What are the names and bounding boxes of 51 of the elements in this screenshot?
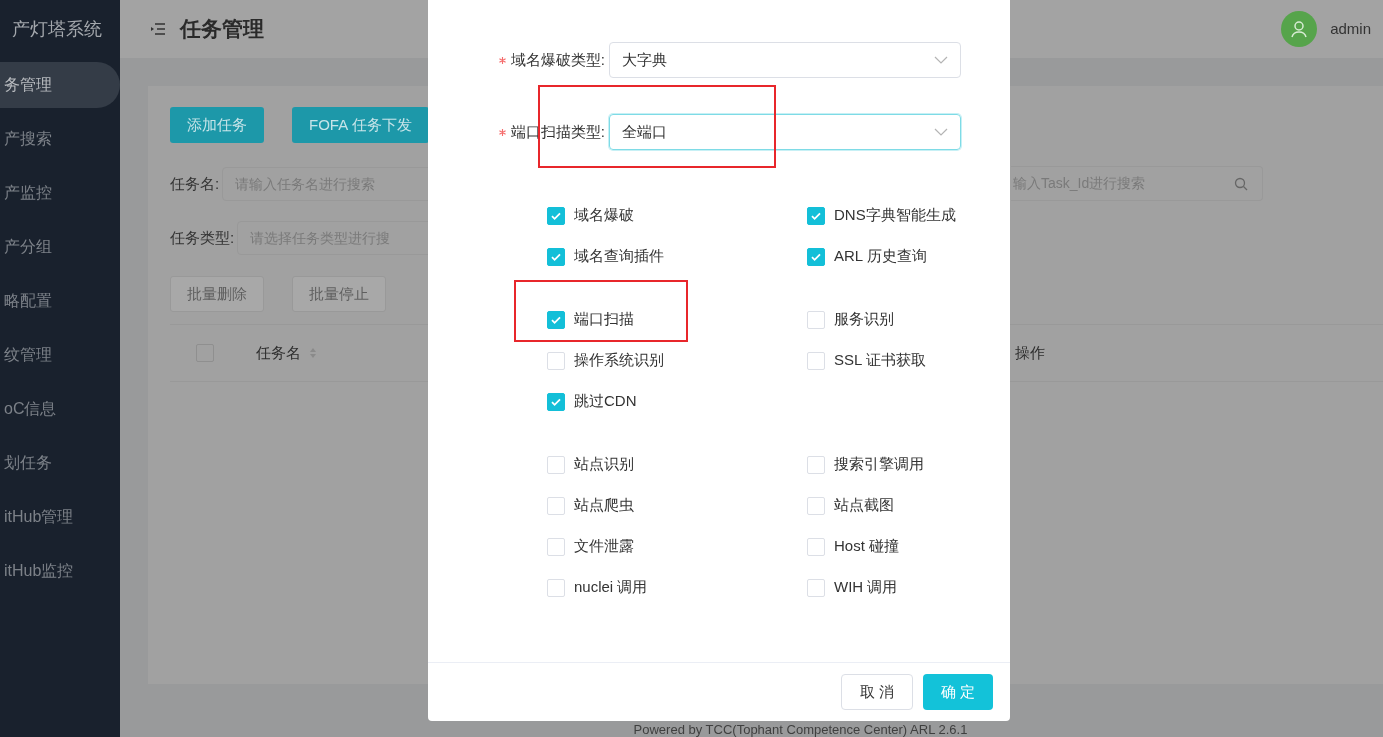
page-title: 任务管理 [180,16,264,43]
option-label[interactable]: 操作系统识别 [574,349,664,372]
checkbox[interactable] [547,392,565,411]
option-label[interactable]: nuclei 调用 [574,576,648,599]
option-label[interactable]: 端口扫描 [574,308,634,331]
column-header: 操作 [1015,342,1045,363]
app-title: 产灯塔系统 [11,17,103,41]
sidebar-item[interactable]: 略配置 [0,278,120,324]
chevron-down-icon [934,128,948,136]
option-label[interactable]: 服务识别 [834,308,894,331]
option-label[interactable]: WIH 调用 [834,576,898,599]
filter-label: 任务类型: [170,227,235,248]
option-label[interactable]: ARL 历史查询 [834,245,927,268]
sidebar-item[interactable]: itHub管理 [0,494,120,540]
user-name[interactable]: admin [1330,17,1371,41]
sidebar-item[interactable]: itHub监控 [0,548,120,594]
search-icon[interactable] [1234,176,1248,191]
option-label[interactable]: DNS字典智能生成 [834,204,956,227]
option-label[interactable]: 跳过CDN [574,390,637,413]
field-label: 域名爆破类型: [510,49,605,70]
sidebar-item[interactable]: 务管理 [0,62,120,108]
select-field[interactable]: 全端口 [609,114,961,150]
option-label[interactable]: 站点识别 [574,453,634,476]
sidebar-item[interactable]: oC信息 [0,386,120,432]
checkbox[interactable] [547,247,565,266]
sidebar-item[interactable]: 产监控 [0,170,120,216]
checkbox[interactable] [807,247,825,266]
column-header[interactable]: 任务名 [256,341,301,365]
sidebar-item[interactable]: 纹管理 [0,332,120,378]
footer-text: Powered by TCC(Tophant Competence Center) ARL 2.6.1 [633,723,968,737]
checkbox[interactable] [547,206,565,225]
option-label[interactable]: 站点爬虫 [574,494,634,517]
cancel-button[interactable]: 取 消 [840,674,913,710]
sidebar-item[interactable]: 产分组 [0,224,120,270]
menu-icon[interactable] [150,22,166,36]
option-label[interactable]: 文件泄露 [574,535,634,558]
sidebar-item[interactable]: 产搜索 [0,116,120,162]
checkbox[interactable] [807,206,825,225]
option-label[interactable]: 域名爆破 [574,204,634,227]
option-label[interactable]: Host 碰撞 [834,535,899,558]
filter-label: 任务名: [170,173,220,194]
option-label[interactable]: SSL 证书获取 [834,349,926,372]
select-field[interactable]: 大字典 [609,42,961,78]
avatar[interactable] [1281,11,1318,47]
option-label[interactable]: 站点截图 [834,494,894,517]
checkbox[interactable] [547,310,565,329]
sidebar-item[interactable]: 划任务 [0,440,120,486]
chevron-down-icon [934,56,948,64]
user-icon [1289,19,1310,39]
option-label[interactable]: 域名查询插件 [574,245,664,268]
option-label[interactable]: 搜索引擎调用 [834,453,924,476]
